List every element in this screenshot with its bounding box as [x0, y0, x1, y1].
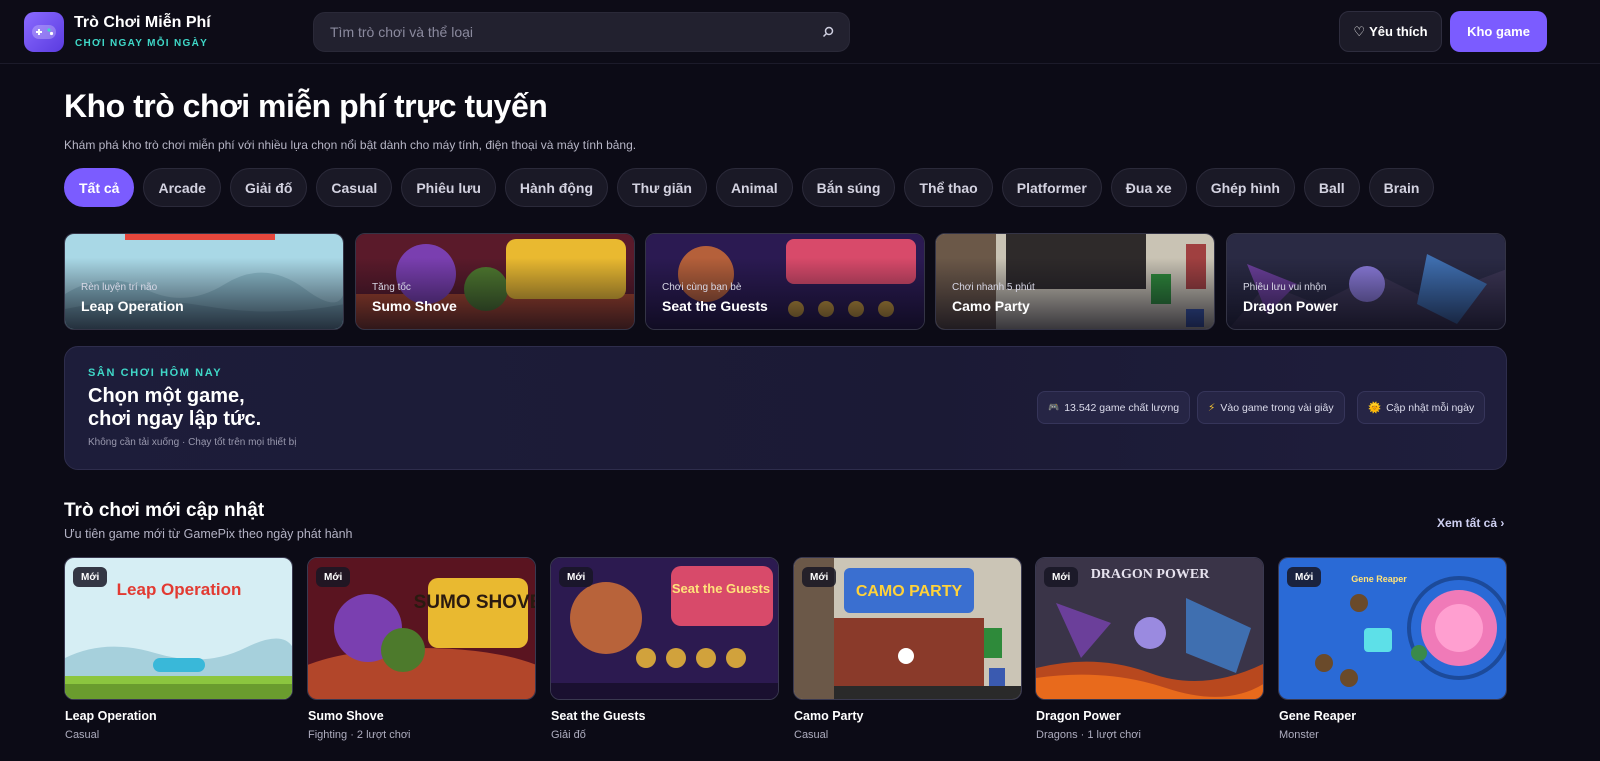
- category-pill[interactable]: Đua xe: [1110, 168, 1187, 207]
- featured-name: Seat the Guests: [662, 298, 768, 314]
- top-header: Trò Chơi Miễn Phí CHƠI NGAY MỖI NGÀY ♡ Y…: [0, 0, 1600, 64]
- game-card-gene-reaper[interactable]: Gene Reaper Mới: [1278, 557, 1507, 700]
- leap-operation-art-title: Leap Operation: [117, 580, 242, 599]
- game-card-meta: Giải đố: [551, 729, 586, 741]
- seat-the-guests-art-title: Seat the Guests: [672, 581, 770, 596]
- stat-text: 13.542 game chất lượng: [1064, 401, 1180, 414]
- featured-banner-sumo-shove[interactable]: Tăng tốc Sumo Shove: [355, 233, 635, 330]
- game-card-meta: Dragons · 1 lượt chơi: [1036, 729, 1141, 741]
- category-pill[interactable]: Animal: [715, 168, 793, 207]
- category-pill[interactable]: Thể thao: [904, 168, 993, 207]
- gamepad-icon: 🎮: [1048, 402, 1060, 412]
- featured-name: Sumo Shove: [372, 298, 457, 314]
- featured-tag: Tăng tốc: [372, 282, 411, 293]
- section-title: Trò chơi mới cập nhật: [64, 500, 265, 521]
- heart-icon: ♡: [1353, 23, 1366, 39]
- today-eyebrow: SÂN CHƠI HÔM NAY: [88, 367, 223, 379]
- category-pill[interactable]: Ghép hình: [1195, 168, 1295, 207]
- featured-name: Camo Party: [952, 298, 1030, 314]
- game-card-title[interactable]: Seat the Guests: [551, 709, 645, 723]
- category-pill[interactable]: Casual: [316, 168, 393, 207]
- featured-tag: Chơi nhanh 5 phút: [952, 282, 1035, 293]
- game-card-title[interactable]: Camo Party: [794, 709, 863, 723]
- category-pill[interactable]: Giải đố: [229, 168, 308, 207]
- category-pill[interactable]: Thư giãn: [617, 168, 707, 207]
- category-pill[interactable]: Platformer: [1001, 168, 1102, 207]
- new-badge: Mới: [316, 567, 351, 587]
- today-headline-line-1: Chọn một game,: [88, 385, 245, 407]
- game-card-seat-the-guests[interactable]: Seat the Guests Mới: [550, 557, 779, 700]
- game-card-meta: Monster: [1279, 729, 1319, 741]
- game-card-title[interactable]: Leap Operation: [65, 709, 157, 723]
- featured-banner-leap-operation[interactable]: Rèn luyện trí não Leap Operation: [64, 233, 344, 330]
- category-pill[interactable]: Phiêu lưu: [401, 168, 496, 207]
- chevron-right-icon: ›: [1500, 516, 1505, 530]
- featured-tag: Phiêu lưu vui nhộn: [1243, 282, 1327, 293]
- search-icon[interactable]: [821, 25, 835, 39]
- stat-text: Cập nhật mỗi ngày: [1386, 401, 1475, 414]
- featured-banner-camo-party[interactable]: Chơi nhanh 5 phút Camo Party: [935, 233, 1215, 330]
- category-pill[interactable]: Hành động: [504, 168, 609, 207]
- today-note: Không cần tải xuống · Chạy tốt trên mọi …: [88, 437, 297, 448]
- sun-icon: 🌞: [1368, 402, 1382, 414]
- game-card-camo-party[interactable]: CAMO PARTY Mới: [793, 557, 1022, 700]
- game-library-button[interactable]: Kho game: [1450, 11, 1547, 52]
- game-card-leap-operation[interactable]: Leap Operation Mới: [64, 557, 293, 700]
- new-badge: Mới: [802, 567, 837, 587]
- today-panel: SÂN CHƠI HÔM NAY Chọn một game, chơi nga…: [64, 346, 1507, 470]
- category-pill[interactable]: Arcade: [143, 168, 221, 207]
- page-title: Kho trò chơi miễn phí trực tuyến: [64, 88, 548, 124]
- see-all-label: Xem tất cả: [1437, 516, 1498, 530]
- today-headline: Chọn một game, chơi ngay lập tức.: [88, 385, 348, 431]
- featured-name: Dragon Power: [1243, 298, 1338, 314]
- category-pill[interactable]: Ball: [1303, 168, 1360, 207]
- dragon-power-art-title: DRAGON POWER: [1091, 567, 1211, 582]
- logo-title[interactable]: Trò Chơi Miễn Phí: [74, 14, 211, 32]
- stat-daily-update: 🌞 Cập nhật mỗi ngày: [1357, 391, 1486, 424]
- game-card-meta: Casual: [65, 729, 100, 741]
- game-card-title[interactable]: Gene Reaper: [1279, 709, 1356, 723]
- search-box: [313, 12, 850, 52]
- category-pill[interactable]: Bắn súng: [801, 168, 896, 207]
- new-badge: Mới: [73, 567, 108, 587]
- new-badge: Mới: [1044, 567, 1079, 587]
- category-filter-bar: Tất cả Arcade Giải đố Casual Phiêu lưu H…: [64, 168, 1435, 208]
- lightning-icon: ⚡: [1208, 401, 1216, 414]
- featured-tag: Rèn luyện trí não: [81, 282, 158, 293]
- game-card-meta: Fighting · 2 lượt chơi: [308, 729, 411, 741]
- sumo-shove-art-title: SUMO SHOVE: [414, 592, 536, 613]
- new-badge: Mới: [1287, 567, 1322, 587]
- stat-game-count: 🎮 13.542 game chất lượng: [1037, 391, 1191, 424]
- section-subtitle: Ưu tiên game mới từ GamePix theo ngày ph…: [64, 527, 353, 541]
- camo-party-art-title: CAMO PARTY: [856, 583, 963, 600]
- favorites-button[interactable]: ♡ Yêu thích: [1339, 11, 1442, 52]
- featured-name: Leap Operation: [81, 298, 184, 314]
- game-card-sumo-shove[interactable]: SUMO SHOVE Mới: [307, 557, 536, 700]
- featured-banner-dragon-power[interactable]: Phiêu lưu vui nhộn Dragon Power: [1226, 233, 1506, 330]
- logo-subtitle: CHƠI NGAY MỖI NGÀY: [75, 38, 209, 49]
- game-card-title[interactable]: Sumo Shove: [308, 709, 384, 723]
- today-headline-line-2: chơi ngay lập tức.: [88, 408, 262, 430]
- featured-tag: Chơi cùng bạn bè: [662, 282, 742, 293]
- featured-banner-seat-the-guests[interactable]: Chơi cùng bạn bè Seat the Guests: [645, 233, 925, 330]
- game-card-meta: Casual: [794, 729, 829, 741]
- category-pill[interactable]: Brain: [1368, 168, 1435, 207]
- page-description: Khám phá kho trò chơi miễn phí với nhiều…: [64, 138, 637, 152]
- game-card-title[interactable]: Dragon Power: [1036, 709, 1121, 723]
- stat-text: Vào game trong vài giây: [1220, 401, 1334, 414]
- see-all-link[interactable]: Xem tất cả ›: [1437, 516, 1504, 530]
- new-badge: Mới: [559, 567, 594, 587]
- favorites-label: Yêu thích: [1369, 24, 1428, 39]
- gene-reaper-art-title: Gene Reaper: [1351, 574, 1407, 584]
- category-pill-all[interactable]: Tất cả: [64, 168, 135, 207]
- logo-gamepad-icon[interactable]: [24, 12, 64, 52]
- search-input[interactable]: [330, 13, 810, 51]
- stat-quick-start: ⚡ Vào game trong vài giây: [1197, 391, 1345, 424]
- game-card-dragon-power[interactable]: DRAGON POWER Mới: [1035, 557, 1264, 700]
